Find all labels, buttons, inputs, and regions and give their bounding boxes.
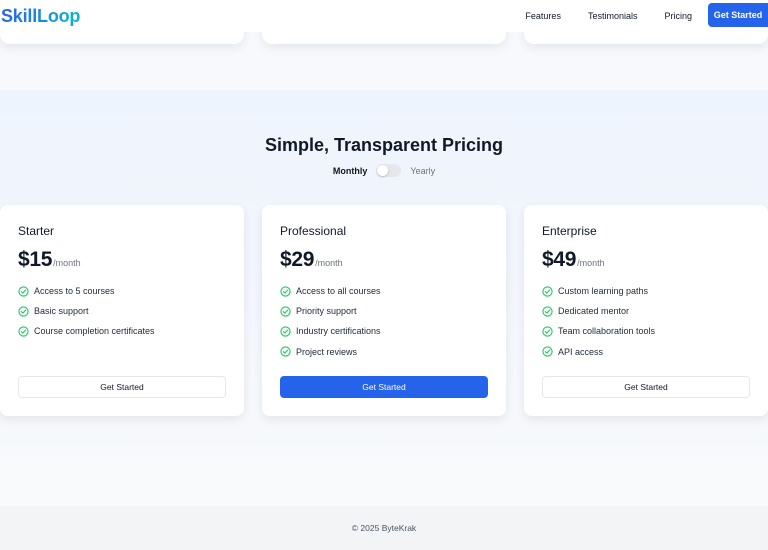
nav-link-features[interactable]: Features: [525, 11, 561, 21]
check-circle-icon: [280, 306, 291, 317]
feature-text: Custom learning paths: [558, 286, 649, 296]
plan-name: Enterprise: [542, 224, 597, 238]
check-circle-icon: [18, 326, 29, 337]
check-circle-icon: [280, 326, 291, 337]
pricing-title: Simple, Transparent Pricing: [264, 135, 504, 155]
plan-price: $15: [18, 248, 53, 271]
feature-item: Access to 5 courses: [18, 285, 155, 297]
check-circle-icon: [280, 285, 291, 297]
pricing-card-enterprise: Enterprise $49 /month Custom learning pa…: [524, 205, 768, 416]
price-row: $15 /month: [18, 248, 81, 272]
check-circle-icon: [18, 306, 29, 317]
feature-item: Team collaboration tools: [542, 325, 655, 337]
feature-text: Dedicated mentor: [558, 306, 630, 317]
plan-price: $29: [280, 248, 315, 271]
feature-text: Project reviews: [296, 346, 358, 357]
footer-copyright: © 2025 ByteKrak: [351, 523, 417, 533]
feature-item: Course completion certificates: [18, 325, 155, 337]
toggle-knob: [377, 165, 389, 176]
plan-name: Professional: [280, 224, 347, 238]
nav-get-started-button[interactable]: Get Started: [708, 3, 768, 27]
feature-item: Custom learning paths: [542, 285, 655, 297]
billing-monthly-label[interactable]: Monthly: [333, 166, 368, 176]
nav-link-pricing[interactable]: Pricing: [664, 11, 692, 21]
plan-period: /month: [315, 258, 343, 268]
get-started-button-enterprise[interactable]: Get Started: [542, 376, 750, 398]
logo[interactable]: SkillLoop: [0, 6, 80, 27]
pricing-card-professional: Professional $29 /month Access to all co…: [262, 205, 506, 416]
footer: © 2025 ByteKrak: [0, 506, 768, 550]
check-circle-icon: [280, 346, 291, 357]
top-navbar: SkillLoop Features Testimonials Pricing …: [0, 0, 768, 32]
feature-text: Team collaboration tools: [558, 326, 656, 337]
check-circle-icon: [18, 285, 29, 297]
check-circle-icon: [542, 285, 553, 297]
feature-list: Access to 5 courses Basic support Course…: [18, 285, 155, 346]
plan-price: $49: [542, 248, 577, 271]
feature-item: API access: [542, 346, 655, 358]
feature-item: Dedicated mentor: [542, 305, 655, 317]
feature-text: Industry certifications: [296, 326, 381, 337]
price-row: $49 /month: [542, 248, 605, 272]
check-circle-icon: [542, 306, 553, 317]
pricing-card-starter: Starter $15 /month Access to 5 courses B…: [0, 205, 244, 416]
pricing-section: Simple, Transparent Pricing Monthly Year…: [0, 90, 768, 458]
nav-link-testimonials[interactable]: Testimonials: [588, 11, 638, 21]
check-circle-icon: [542, 326, 553, 337]
feature-item: Basic support: [18, 305, 155, 317]
feature-text: Course completion certificates: [34, 326, 155, 337]
feature-list: Access to all courses Priority support I…: [280, 285, 381, 366]
check-circle-icon: [542, 346, 553, 357]
billing-toggle-row: Monthly Yearly: [0, 164, 768, 177]
plan-name: Starter: [18, 224, 55, 238]
feature-text: Access to 5 courses: [34, 286, 115, 296]
feature-text: API access: [558, 346, 604, 357]
feature-text: Priority support: [296, 306, 357, 317]
get-started-button-starter[interactable]: Get Started: [18, 376, 226, 398]
feature-text: Basic support: [34, 306, 89, 317]
plan-period: /month: [53, 258, 81, 268]
feature-list: Custom learning paths Dedicated mentor T…: [542, 285, 655, 366]
plan-period: /month: [577, 258, 605, 268]
nav-links: Features Testimonials Pricing Get Starte…: [498, 0, 768, 32]
billing-yearly-label[interactable]: Yearly: [410, 166, 435, 176]
get-started-button-professional[interactable]: Get Started: [280, 376, 488, 398]
feature-item: Project reviews: [280, 346, 381, 358]
feature-item: Access to all courses: [280, 285, 381, 297]
billing-toggle-switch[interactable]: [376, 164, 402, 177]
feature-item: Priority support: [280, 305, 381, 317]
feature-text: Access to all courses: [296, 286, 381, 296]
feature-item: Industry certifications: [280, 325, 381, 337]
price-row: $29 /month: [280, 248, 343, 272]
